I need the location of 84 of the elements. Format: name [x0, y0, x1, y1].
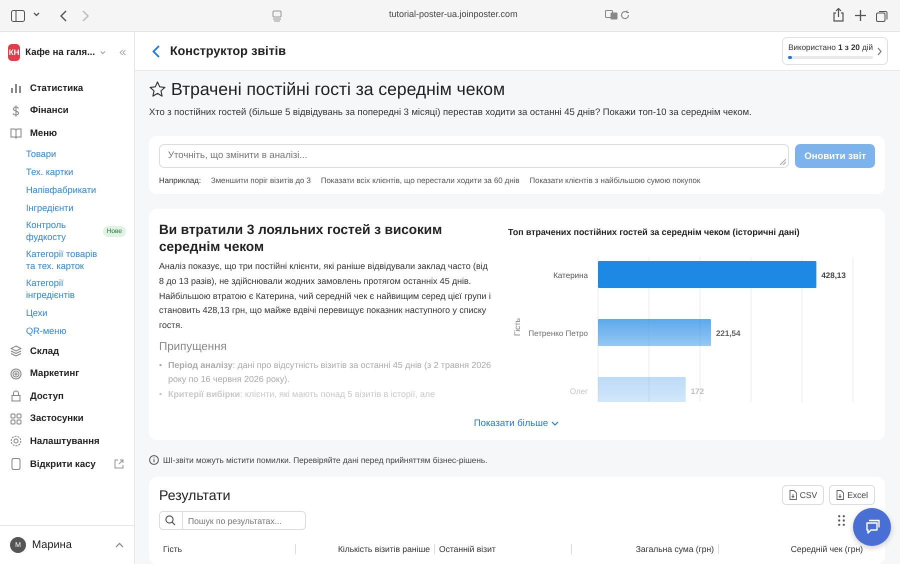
- analysis-text: Аналіз показує, що три постійні клієнти, які раніше відвідували заклад часто (від 8 до 13 разів), не здійснювали жодних замовлень протягом останніх 45 днів. Найбільшою втратою є Катерина, чий середній чек є найвищим серед цієї групи і становить 428,13 грн, що майже вдвічі перевищує показник наступного у списку гостя.: [159, 260, 492, 332]
- sidebar-subitem[interactable]: Напівфабрикати: [26, 184, 108, 196]
- resize-handle-icon[interactable]: [780, 159, 786, 165]
- value-label: 428,13: [821, 271, 846, 280]
- page-icon: [272, 10, 282, 22]
- book-icon: [10, 127, 22, 140]
- dollar-icon: [10, 104, 22, 117]
- share-icon[interactable]: [833, 8, 844, 22]
- sidebar-subitem[interactable]: Контроль фудкосту: [26, 218, 103, 244]
- column-header[interactable]: Останній візит: [435, 544, 572, 554]
- assumptions-heading: Припущення: [159, 340, 228, 353]
- star-icon[interactable]: [149, 81, 166, 98]
- address-bar-url[interactable]: tutorial-poster-ua.joinposter.com: [389, 9, 518, 19]
- assumption-item: Період аналізу: дані про відсутність візитів за останні 45 днів (з 2 травня 2026 року по 16 червня 2026 року).: [168, 358, 492, 386]
- info-icon: [149, 455, 159, 465]
- category-label: Петренко Петро: [528, 329, 588, 338]
- chevron-up-icon[interactable]: [115, 542, 124, 548]
- bullet: •: [159, 358, 162, 372]
- value-label: 172: [690, 387, 704, 396]
- back-icon[interactable]: [60, 10, 67, 22]
- sidebar-subitem[interactable]: Цехи: [26, 306, 108, 320]
- category-label: Катерина: [553, 271, 588, 280]
- tabs-icon[interactable]: [876, 10, 888, 22]
- user-name[interactable]: Марина: [32, 539, 109, 551]
- sidebar-subitem[interactable]: Інгредієнти: [26, 202, 108, 214]
- sidebar-subitem[interactable]: Тех. картки: [26, 166, 108, 178]
- sidebar-toggle-icon[interactable]: [11, 10, 25, 22]
- analysis-title: Ви втратили 3 лояльних гостей з високим середнім чеком: [159, 221, 444, 255]
- report-title: Втрачені постійні гості за середнім чеком: [171, 79, 506, 100]
- org-name[interactable]: Кафе на галя...: [25, 46, 95, 58]
- sidebar-item[interactable]: Фінанси: [30, 105, 69, 116]
- target-icon: [10, 368, 22, 380]
- translate-icon[interactable]: [605, 10, 618, 20]
- usage-text: Використано 1 з 20 дій: [788, 43, 873, 52]
- search-icon: [165, 515, 176, 526]
- chevron-down-icon[interactable]: [33, 12, 40, 17]
- sidebar-item[interactable]: Склад: [30, 346, 60, 357]
- chevron-down-icon: [551, 421, 560, 426]
- file-download-icon: [836, 490, 844, 500]
- grid-icon: [10, 412, 22, 425]
- sidebar-subitem[interactable]: Товари: [26, 148, 108, 160]
- sidebar-item[interactable]: Меню: [30, 128, 58, 139]
- sidebar-item[interactable]: Застосунки: [30, 413, 84, 424]
- disclaimer-text: ШІ-звіти можуть містити помилки. Перевіряйте дані перед прийняттям бізнес-рішень.: [163, 456, 488, 464]
- plus-icon[interactable]: [855, 10, 866, 21]
- y-axis-label: Гість: [513, 318, 522, 336]
- column-header[interactable]: Загальна сума (грн): [572, 544, 719, 554]
- sidebar-item[interactable]: Доступ: [30, 390, 64, 402]
- export-button[interactable]: Excel: [829, 485, 875, 505]
- sidebar-item[interactable]: Налаштування: [30, 436, 100, 447]
- drag-handle-icon[interactable]: [838, 515, 845, 526]
- back-icon[interactable]: [152, 44, 160, 58]
- lock-icon: [10, 390, 22, 402]
- sidebar-subitem[interactable]: Категорії товарів та тех. карток: [26, 248, 108, 273]
- reload-icon[interactable]: [620, 10, 630, 20]
- category-label: Олег: [570, 387, 588, 396]
- external-link-icon[interactable]: [114, 459, 124, 470]
- results-title: Результати: [159, 487, 232, 503]
- results-search-field[interactable]: Пошук по результатах...: [159, 511, 306, 530]
- sidebar-subitem[interactable]: QR-меню: [26, 324, 108, 338]
- bar-chart-icon: [10, 82, 22, 94]
- file-download-icon: [788, 490, 797, 500]
- sidebar-item[interactable]: Маркетинг: [30, 368, 80, 380]
- chevron-down-icon[interactable]: [100, 50, 106, 54]
- export-button[interactable]: CSV: [782, 485, 824, 505]
- show-more-link[interactable]: Показати більше: [159, 418, 874, 429]
- chevron-right-icon: [877, 46, 882, 56]
- column-header[interactable]: Кількість візитів раніше: [296, 544, 435, 554]
- usage-counter[interactable]: Використано 1 з 20 дій: [782, 37, 888, 65]
- sidebar-item[interactable]: Відкрити касу: [30, 458, 96, 470]
- collapse-icon[interactable]: [118, 48, 126, 56]
- gear-icon: [10, 435, 22, 448]
- tablet-icon: [10, 458, 22, 470]
- bullet: •: [159, 388, 162, 401]
- sidebar-item[interactable]: Статистика: [30, 82, 84, 94]
- sidebar-subitem[interactable]: Категорії інгредієнтів: [26, 276, 108, 302]
- column-header[interactable]: Середній чек (грн): [719, 544, 867, 554]
- org-avatar[interactable]: КН: [8, 44, 20, 60]
- page-title: Конструктор звітів: [170, 44, 287, 58]
- report-question: Хто з постійних гостей (більше 5 відвідувань за попередні 3 місяці) перестав ходити за останні 45 днів? Покажи топ-10 за середнім чеком.: [149, 106, 753, 117]
- layers-icon: [10, 345, 22, 358]
- chart-title: Топ втрачених постійних гостей за середнім чеком (історичні дані): [508, 226, 801, 237]
- value-label: 221,54: [716, 329, 740, 338]
- column-header[interactable]: Гість: [159, 544, 296, 554]
